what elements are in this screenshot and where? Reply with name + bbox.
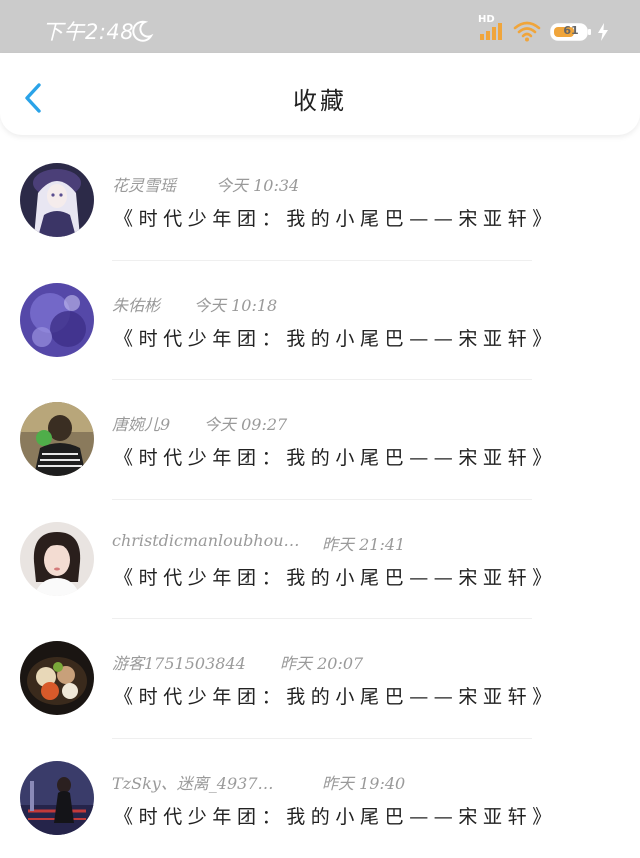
avatar[interactable]	[20, 402, 94, 476]
page-title: 收藏	[0, 81, 640, 116]
wifi-icon	[513, 20, 541, 42]
favorite-title[interactable]: 《时代少年团：我的小尾巴——宋亚轩》	[114, 802, 557, 829]
page-header: 收藏	[0, 53, 640, 135]
username[interactable]: 游客1751503844	[112, 650, 246, 674]
favorite-title[interactable]: 《时代少年团：我的小尾巴——宋亚轩》	[114, 682, 557, 709]
status-bar: 下午2:48 HD 61	[0, 0, 640, 53]
username[interactable]: TzSky、迷离_4937…	[112, 770, 274, 794]
avatar[interactable]	[20, 522, 94, 596]
charging-icon	[597, 22, 609, 42]
timestamp: 昨天 19:40	[322, 770, 405, 794]
timestamp: 昨天 20:07	[280, 650, 363, 674]
avatar[interactable]	[20, 761, 94, 835]
signal-icon	[478, 22, 504, 40]
status-time: 下午2:48	[42, 16, 134, 46]
moon-icon	[130, 19, 154, 43]
list-item[interactable]: TzSky、迷离_4937… 昨天 19:40 《时代少年团：我的小尾巴——宋亚…	[0, 739, 640, 858]
username[interactable]: christdicmanloubhou…	[112, 531, 300, 550]
username[interactable]: 唐婉儿9	[112, 411, 170, 435]
avatar[interactable]	[20, 163, 94, 237]
favorite-title[interactable]: 《时代少年团：我的小尾巴——宋亚轩》	[114, 563, 557, 590]
list-item[interactable]: 游客1751503844 昨天 20:07 《时代少年团：我的小尾巴——宋亚轩》	[0, 619, 640, 739]
username[interactable]: 朱佑彬	[112, 292, 160, 316]
favorites-list: 花灵雪瑶 今天 10:34 《时代少年团：我的小尾巴——宋亚轩》 朱佑彬 今天 …	[0, 141, 640, 858]
favorite-title[interactable]: 《时代少年团：我的小尾巴——宋亚轩》	[114, 324, 557, 351]
favorite-title[interactable]: 《时代少年团：我的小尾巴——宋亚轩》	[114, 443, 557, 470]
battery-level: 61	[556, 24, 586, 37]
item-meta: 花灵雪瑶 今天 10:34	[112, 172, 176, 196]
timestamp: 今天 10:34	[216, 172, 299, 196]
item-meta: christdicmanloubhou… 昨天 21:41	[112, 531, 300, 550]
timestamp: 今天 09:27	[204, 411, 287, 435]
favorite-title[interactable]: 《时代少年团：我的小尾巴——宋亚轩》	[114, 204, 557, 231]
timestamp: 昨天 21:41	[322, 531, 405, 555]
item-meta: TzSky、迷离_4937… 昨天 19:40	[112, 770, 274, 794]
item-meta: 唐婉儿9 今天 09:27	[112, 411, 170, 435]
list-item[interactable]: christdicmanloubhou… 昨天 21:41 《时代少年团：我的小…	[0, 500, 640, 620]
username[interactable]: 花灵雪瑶	[112, 172, 176, 196]
item-meta: 游客1751503844 昨天 20:07	[112, 650, 246, 674]
timestamp: 今天 10:18	[194, 292, 277, 316]
avatar[interactable]	[20, 641, 94, 715]
list-item[interactable]: 唐婉儿9 今天 09:27 《时代少年团：我的小尾巴——宋亚轩》	[0, 380, 640, 500]
list-item[interactable]: 朱佑彬 今天 10:18 《时代少年团：我的小尾巴——宋亚轩》	[0, 261, 640, 381]
list-item[interactable]: 花灵雪瑶 今天 10:34 《时代少年团：我的小尾巴——宋亚轩》	[0, 141, 640, 261]
avatar[interactable]	[20, 283, 94, 357]
item-meta: 朱佑彬 今天 10:18	[112, 292, 160, 316]
